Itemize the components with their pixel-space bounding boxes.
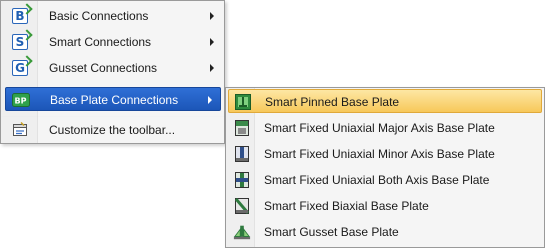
toolbar-context-menu-lower: Customize the toolbar... bbox=[0, 117, 225, 144]
customize-toolbar-icon bbox=[11, 121, 29, 139]
fixed-both-axis-base-plate-icon bbox=[233, 171, 251, 189]
svg-text:BP: BP bbox=[15, 97, 27, 106]
pinned-base-plate-icon bbox=[234, 93, 252, 111]
base-plate-connections-icon: BP bbox=[12, 91, 30, 109]
menu-item-smart-connections[interactable]: S Smart Connections bbox=[3, 29, 222, 54]
menu-item-base-plate-connections[interactable]: BP Base Plate Connections bbox=[5, 87, 221, 111]
fixed-biaxial-base-plate-icon bbox=[233, 197, 251, 215]
submenu-item-smart-fixed-uniaxial-minor-axis-base-plate[interactable]: Smart Fixed Uniaxial Minor Axis Base Pla… bbox=[228, 142, 542, 166]
submenu-item-smart-fixed-biaxial-base-plate[interactable]: Smart Fixed Biaxial Base Plate bbox=[228, 194, 542, 218]
submenu-item-label: Smart Gusset Base Plate bbox=[264, 225, 399, 239]
base-plate-submenu: Smart Pinned Base Plate Smart Fixed Unia… bbox=[225, 87, 545, 248]
fixed-minor-axis-base-plate-icon bbox=[233, 145, 251, 163]
menu-item-label: Base Plate Connections bbox=[50, 93, 179, 107]
submenu-item-label: Smart Pinned Base Plate bbox=[265, 95, 400, 109]
basic-connections-icon: B bbox=[11, 3, 33, 25]
submenu-item-smart-fixed-uniaxial-major-axis-base-plate[interactable]: Smart Fixed Uniaxial Major Axis Base Pla… bbox=[228, 116, 542, 140]
submenu-arrow-icon bbox=[210, 38, 214, 46]
smart-connections-icon: S bbox=[11, 29, 33, 51]
submenu-item-label: Smart Fixed Uniaxial Minor Axis Base Pla… bbox=[264, 147, 495, 161]
submenu-arrow-icon bbox=[210, 64, 214, 72]
fixed-major-axis-base-plate-icon bbox=[233, 119, 251, 137]
menu-item-customize-toolbar[interactable]: Customize the toolbar... bbox=[3, 118, 222, 142]
submenu-item-label: Smart Fixed Biaxial Base Plate bbox=[264, 199, 429, 213]
toolbar-context-menu: B Basic Connections S Smart Connections … bbox=[0, 0, 225, 118]
gusset-connections-icon: G bbox=[11, 55, 33, 77]
submenu-item-smart-gusset-base-plate[interactable]: Smart Gusset Base Plate bbox=[228, 220, 542, 244]
menu-item-label: Gusset Connections bbox=[49, 61, 158, 75]
menu-item-basic-connections[interactable]: B Basic Connections bbox=[3, 3, 222, 28]
gusset-base-plate-icon bbox=[233, 223, 251, 241]
submenu-arrow-icon bbox=[210, 12, 214, 20]
submenu-item-label: Smart Fixed Uniaxial Major Axis Base Pla… bbox=[264, 121, 495, 135]
menu-item-label: Smart Connections bbox=[49, 35, 152, 49]
menu-item-gusset-connections[interactable]: G Gusset Connections bbox=[3, 55, 222, 80]
submenu-item-smart-fixed-uniaxial-both-axis-base-plate[interactable]: Smart Fixed Uniaxial Both Axis Base Plat… bbox=[228, 168, 542, 192]
menu-item-label: Basic Connections bbox=[49, 9, 149, 23]
submenu-arrow-icon bbox=[208, 96, 212, 104]
submenu-item-label: Smart Fixed Uniaxial Both Axis Base Plat… bbox=[264, 173, 490, 187]
submenu-item-smart-pinned-base-plate[interactable]: Smart Pinned Base Plate bbox=[228, 89, 542, 113]
menu-item-label: Customize the toolbar... bbox=[49, 123, 176, 137]
